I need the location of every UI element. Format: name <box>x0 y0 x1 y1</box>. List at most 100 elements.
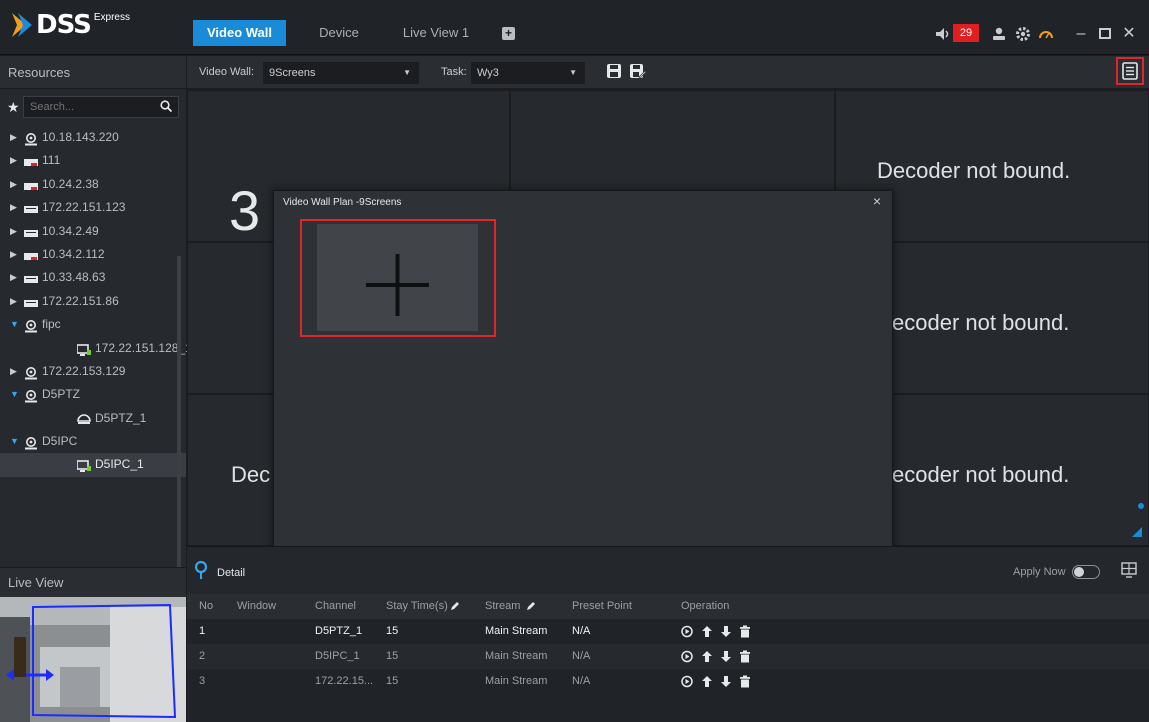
add-plan-button[interactable] <box>317 224 478 331</box>
table-cell-channel: 172.22.15... <box>315 675 374 687</box>
expand-arrow-icon[interactable]: ▶ <box>10 243 17 266</box>
tree-item[interactable]: ▶ 172.22.151.86 <box>0 290 186 313</box>
dialog-title: Video Wall Plan -9Screens <box>274 191 892 215</box>
wall-screen-number: 3 <box>229 179 261 242</box>
video-wall-label: Video Wall: <box>199 66 255 78</box>
search-icon[interactable] <box>160 100 173 113</box>
device-icon <box>24 271 38 284</box>
live-view-header: Live View <box>0 567 186 597</box>
tree-item-label: 10.24.2.38 <box>42 176 99 191</box>
corner-handle[interactable] <box>1132 527 1142 537</box>
location-pin-icon[interactable] <box>194 560 208 579</box>
expand-arrow-icon[interactable]: ▶ <box>10 196 17 219</box>
minimize-icon[interactable]: – <box>1073 26 1089 42</box>
row-operation-icons[interactable] <box>681 625 771 638</box>
close-icon[interactable]: × <box>870 194 884 208</box>
tree-item[interactable]: ▶ 111 <box>0 149 186 172</box>
edit-pencil-icon[interactable] <box>526 601 536 611</box>
nvr-icon <box>24 178 38 191</box>
tree-item[interactable]: ▶ 10.18.143.220 <box>0 126 186 149</box>
window-layout-icon[interactable] <box>1121 562 1137 578</box>
user-icon[interactable] <box>991 26 1007 42</box>
favorite-star-icon[interactable]: ★ <box>7 99 20 116</box>
expand-arrow-icon[interactable]: ▶ <box>10 220 17 243</box>
tree-item[interactable]: 172.22.151.128_1 <box>0 337 192 360</box>
expand-arrow-icon[interactable]: ▶ <box>10 360 17 383</box>
tree-item-label: 10.18.143.220 <box>42 130 119 144</box>
table-cell-stream: Main Stream <box>485 650 548 662</box>
table-cell-preset: N/A <box>572 675 591 687</box>
video-wall-plan-button[interactable] <box>1116 57 1144 85</box>
tree-item[interactable]: ▶ 10.34.2.112 <box>0 243 186 266</box>
chevron-down-icon: ▼ <box>569 68 577 77</box>
expand-arrow-icon[interactable]: ▶ <box>10 290 17 313</box>
decoder-status-text: Decoder not bound. <box>877 158 1071 183</box>
channel-icon <box>76 458 91 473</box>
table-cell-stay: 15 <box>386 625 399 637</box>
table-cell-preset: N/A <box>572 625 591 637</box>
row-operation-icons[interactable] <box>681 675 771 688</box>
save-icon[interactable] <box>607 64 623 80</box>
left-panel: Resources ★ ▶ 10.18.143.220 ▶ 111 ▶ 10.24.2.3… <box>0 56 192 722</box>
expand-arrow-icon[interactable]: ▶ <box>10 266 17 289</box>
video-wall-plan-dialog: Video Wall Plan -9Screens × <box>273 190 893 592</box>
maximize-icon[interactable] <box>1097 26 1113 42</box>
speaker-icon[interactable] <box>936 28 952 40</box>
resources-header: Resources <box>0 56 186 89</box>
expand-arrow-open-icon[interactable]: ▼ <box>10 313 19 336</box>
device-icon <box>24 225 38 238</box>
alarm-count-badge[interactable]: 29 <box>953 24 979 42</box>
task-select[interactable]: Wy3 ▼ <box>471 62 585 84</box>
search-input[interactable] <box>23 96 179 118</box>
performance-gauge-icon[interactable] <box>1038 26 1054 42</box>
edit-pencil-icon[interactable] <box>450 601 460 611</box>
apply-now-toggle[interactable] <box>1072 565 1100 579</box>
detail-bar: Detail Apply Now <box>187 546 1149 594</box>
tab-video-wall[interactable]: Video Wall <box>193 20 286 46</box>
resize-handle[interactable] <box>1138 503 1144 509</box>
camera-icon <box>24 318 38 333</box>
tree-scrollbar[interactable] <box>177 256 181 576</box>
table-row[interactable]: 3 172.22.15... 15 Main Stream N/A <box>187 669 1149 694</box>
detail-label: Detail <box>217 567 246 579</box>
video-wall-select[interactable]: 9Screens ▼ <box>263 62 419 84</box>
table-row[interactable]: 2 D5IPC_1 15 Main Stream N/A <box>187 644 1149 669</box>
tree-item[interactable]: ▶ 10.24.2.38 <box>0 173 186 196</box>
tab-device[interactable]: Device <box>300 20 378 46</box>
task-detail-table: No Window Channel Stay Time(s) Stream Pr… <box>187 594 1149 722</box>
live-view-thumbnail[interactable] <box>0 597 186 722</box>
tree-item[interactable]: D5PTZ_1 <box>0 407 186 430</box>
tree-item[interactable]: ▶ 10.33.48.63 <box>0 266 186 289</box>
expand-arrow-open-icon[interactable]: ▼ <box>10 383 19 406</box>
tree-item[interactable]: ▼ fipc <box>0 313 186 336</box>
tree-item[interactable]: ▶ 172.22.153.129 <box>0 360 186 383</box>
video-wall-select-value: 9Screens <box>269 67 316 79</box>
table-cell-stream: Main Stream <box>485 675 548 687</box>
ptz-icon <box>77 412 91 425</box>
video-wall-toolbar: Video Wall: 9Screens ▼ Task: Wy3 ▼ <box>187 56 1149 89</box>
gear-icon[interactable] <box>1015 26 1031 42</box>
tree-item-label: 172.22.151.86 <box>42 293 119 308</box>
close-window-icon[interactable]: ✕ <box>1121 26 1137 42</box>
expand-arrow-open-icon[interactable]: ▼ <box>10 430 19 453</box>
tree-item-label: 10.34.2.49 <box>42 223 99 238</box>
row-operation-icons[interactable] <box>681 650 771 663</box>
table-cell-stay: 15 <box>386 650 399 662</box>
table-row[interactable]: 1 D5PTZ_1 15 Main Stream N/A <box>187 619 1149 644</box>
save-as-icon[interactable] <box>630 64 647 80</box>
tree-item[interactable]: ▶ 10.34.2.49 <box>0 220 186 243</box>
apply-now-label: Apply Now <box>1013 566 1066 578</box>
table-cell-stay: 15 <box>386 675 399 687</box>
expand-arrow-icon[interactable]: ▶ <box>10 149 17 172</box>
tree-item[interactable]: ▼ D5IPC <box>0 430 186 453</box>
table-cell-no: 3 <box>199 675 206 687</box>
tree-item[interactable]: ▼ D5PTZ <box>0 383 186 406</box>
tree-item[interactable]: ▶ 172.22.151.123 <box>0 196 186 219</box>
tab-live-view-1[interactable]: Live View 1 <box>390 20 482 46</box>
expand-arrow-icon[interactable]: ▶ <box>10 126 17 149</box>
add-tab-icon[interactable]: + <box>502 27 515 40</box>
tree-item[interactable]: D5IPC_1 <box>0 453 186 477</box>
expand-arrow-icon[interactable]: ▶ <box>10 173 17 196</box>
column-header: Channel <box>315 600 356 612</box>
decoder-status-text: Dec <box>231 462 271 487</box>
